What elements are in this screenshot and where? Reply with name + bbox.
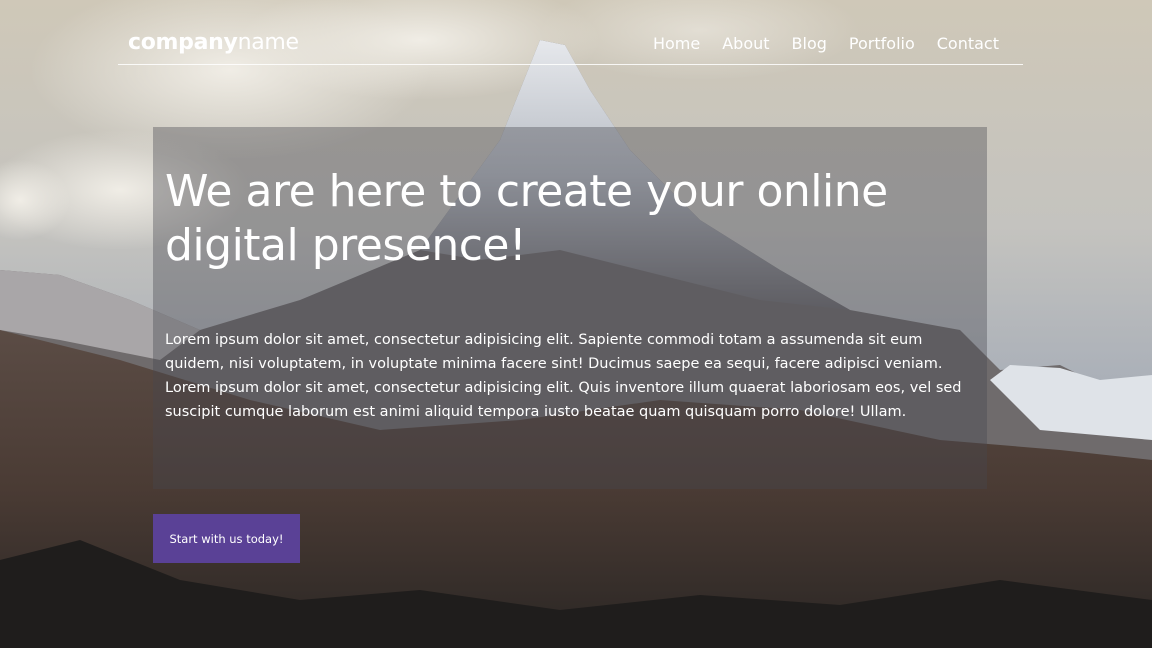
hero-section: companyname Home About Blog Portfolio Co…	[0, 0, 1152, 648]
site-header: companyname Home About Blog Portfolio Co…	[118, 0, 1023, 65]
nav-link-contact[interactable]: Contact	[937, 34, 999, 53]
company-logo[interactable]: companyname	[128, 30, 299, 55]
start-button[interactable]: Start with us today!	[153, 514, 300, 563]
main-nav: Home About Blog Portfolio Contact	[631, 34, 999, 53]
hero-headline: We are here to create your online digita…	[165, 166, 888, 271]
nav-link-home[interactable]: Home	[653, 34, 700, 53]
nav-link-blog[interactable]: Blog	[792, 34, 827, 53]
hero-body-text: Lorem ipsum dolor sit amet, consectetur …	[165, 332, 962, 420]
logo-light-text: name	[237, 30, 300, 55]
hero-content-box: We are here to create your online digita…	[153, 127, 987, 489]
nav-link-portfolio[interactable]: Portfolio	[849, 34, 915, 53]
nav-link-about[interactable]: About	[722, 34, 769, 53]
logo-bold-text: company	[128, 30, 238, 55]
